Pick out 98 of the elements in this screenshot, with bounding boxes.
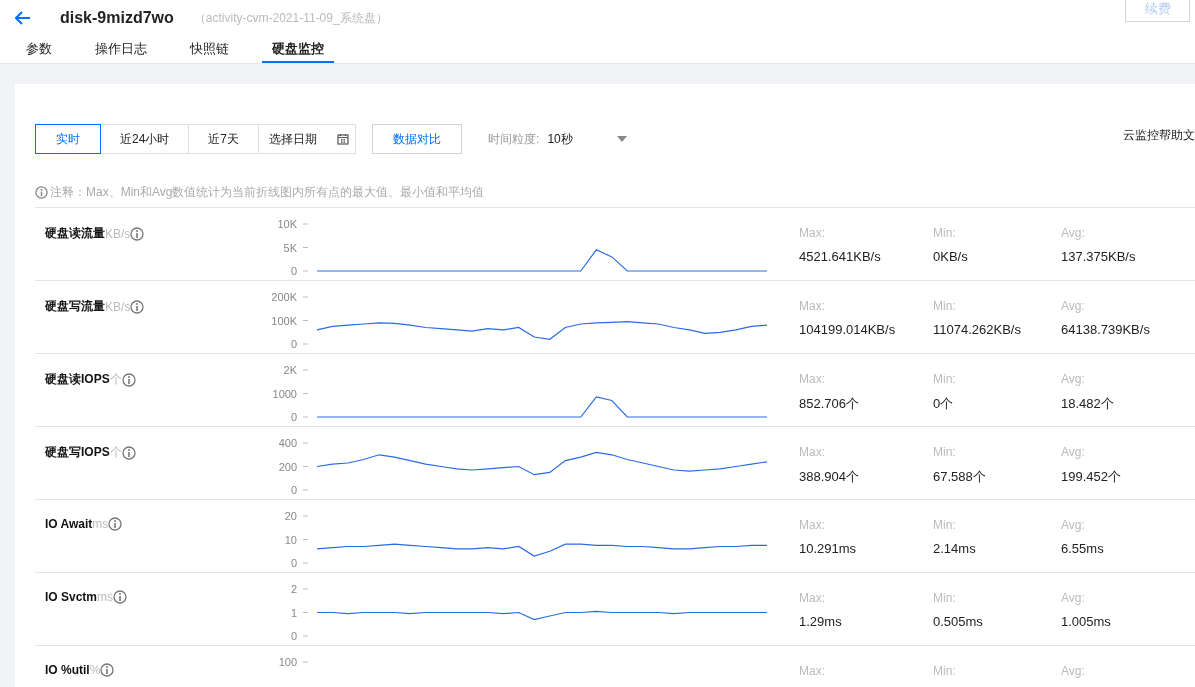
time-range-button[interactable]: 近24小时 [100,124,190,154]
y-tick-label: 0 [290,557,297,569]
stat-value: 67.588个 [933,468,987,486]
stat-label: Max: [799,591,826,605]
stat-label: Min: [933,518,957,532]
y-tick-label: 10 [284,533,297,546]
metric-name: IO %util [45,663,90,677]
info-icon[interactable] [130,299,145,314]
tab[interactable]: 操作日志 [85,36,157,63]
stat-label: Min: [933,445,957,459]
stat-label: Avg: [1061,372,1086,386]
stat-label: Avg: [1061,591,1086,605]
stat-label: Min: [933,226,957,240]
stat-label: Min: [933,664,957,678]
stat-value: 10.291ms [799,541,858,556]
stat-label: Avg: [1061,664,1086,678]
metric-unit: 个 [109,444,122,461]
y-tick-label: 0 [290,265,297,277]
metric-unit: ms [97,590,114,604]
calendar-icon [337,133,350,145]
tab[interactable]: 快照链 [180,36,239,63]
stat-label: Avg: [1061,226,1086,240]
stat-label: Max: [799,372,826,386]
metric-name: 硬盘读流量 [45,225,105,242]
stat-value: 1.005ms [1061,614,1112,629]
stat-value: 1.29ms [799,614,843,629]
metric-unit: 个 [109,371,122,388]
metric-unit: ms [92,517,109,531]
y-tick-label: 100 [278,656,297,668]
granularity-select[interactable]: 10秒 [547,130,628,148]
page-title: disk-9mizd7wo [60,9,174,27]
metric-unit: % [89,663,101,677]
metric-unit: KB/s [105,299,131,314]
stat-label: Avg: [1061,518,1086,532]
page-subtitle: （activity-cvm-2021-11-09_系统盘） [193,9,388,27]
y-tick-label: 100K [271,314,297,327]
y-tick-label: 1000 [272,387,297,400]
metric-unit: KB/s [105,226,131,241]
stat-value: 0.505ms [933,614,984,629]
metric-name: IO Svctm [45,590,98,604]
help-link[interactable]: 云监控帮助文 [1123,126,1195,144]
info-icon[interactable] [121,372,136,387]
stat-value: 0个 [933,395,955,413]
metric-name: 硬盘写流量 [45,298,105,315]
tab[interactable]: 参数 [16,36,62,63]
y-tick-label: 20 [284,510,297,522]
info-icon[interactable] [113,590,128,604]
metric-name: IO Await [45,517,93,531]
y-tick-label: 5K [283,241,297,254]
metric-name: 硬盘读IOPS [45,371,110,388]
time-range-button[interactable]: 实时 [35,124,101,154]
stat-label: Min: [933,299,957,313]
stat-label: Avg: [1061,445,1086,459]
time-range-button[interactable]: 近7天 [188,124,260,154]
info-icon[interactable] [130,226,145,241]
y-tick-label: 1 [290,606,297,619]
y-tick-label: 0 [290,411,297,423]
stat-value: 2.14ms [933,541,977,556]
stat-value: 64138.739KB/s [1061,322,1151,337]
metric-name: 硬盘写IOPS [45,444,110,461]
info-icon[interactable] [100,663,115,677]
stat-label: Max: [799,664,826,678]
info-icon [35,186,48,199]
stat-value: 11074.262KB/s [933,322,1022,337]
caret-icon [617,136,628,142]
stat-label: Max: [799,299,826,313]
y-tick-label: 200K [271,291,297,303]
stat-value: 18.482个 [1061,395,1115,413]
stat-value: 4521.641KB/s [799,249,882,264]
note-text: 注释：Max、Min和Avg数值统计为当前折线图内所有点的最大值、最小值和平均值 [50,184,485,201]
compare-button[interactable]: 数据对比 [372,124,463,154]
stat-label: Min: [933,591,957,605]
stat-label: Max: [799,445,826,459]
y-tick-label: 400 [278,437,297,449]
stat-value: 137.375KB/s [1061,249,1137,264]
stat-value: 6.55ms [1061,541,1105,556]
stat-label: Max: [799,518,826,532]
info-icon[interactable] [108,517,123,531]
y-tick-label: 2 [290,583,297,595]
stat-label: Avg: [1061,299,1086,313]
stat-value: 852.706个 [799,395,860,413]
stat-label: Min: [933,372,957,386]
y-tick-label: 0 [290,338,297,350]
y-tick-label: 0 [290,484,297,496]
time-range-button[interactable]: 选择日期 [258,124,357,154]
y-tick-label: 200 [278,460,297,473]
granularity-label: 时间粒度: [488,130,540,148]
info-icon[interactable] [121,445,136,460]
back-arrow-icon[interactable] [15,11,31,25]
y-tick-label: 0 [290,630,297,642]
tab[interactable]: 硬盘监控 [262,36,334,63]
stat-value: 388.904个 [799,468,860,486]
stat-value: 104199.014KB/s [799,322,897,337]
stat-value: 0KB/s [933,249,969,264]
stat-label: Max: [799,226,826,240]
y-tick-label: 2K [283,364,297,376]
stat-value: 199.452个 [1061,468,1122,486]
y-tick-label: 10K [277,218,297,230]
